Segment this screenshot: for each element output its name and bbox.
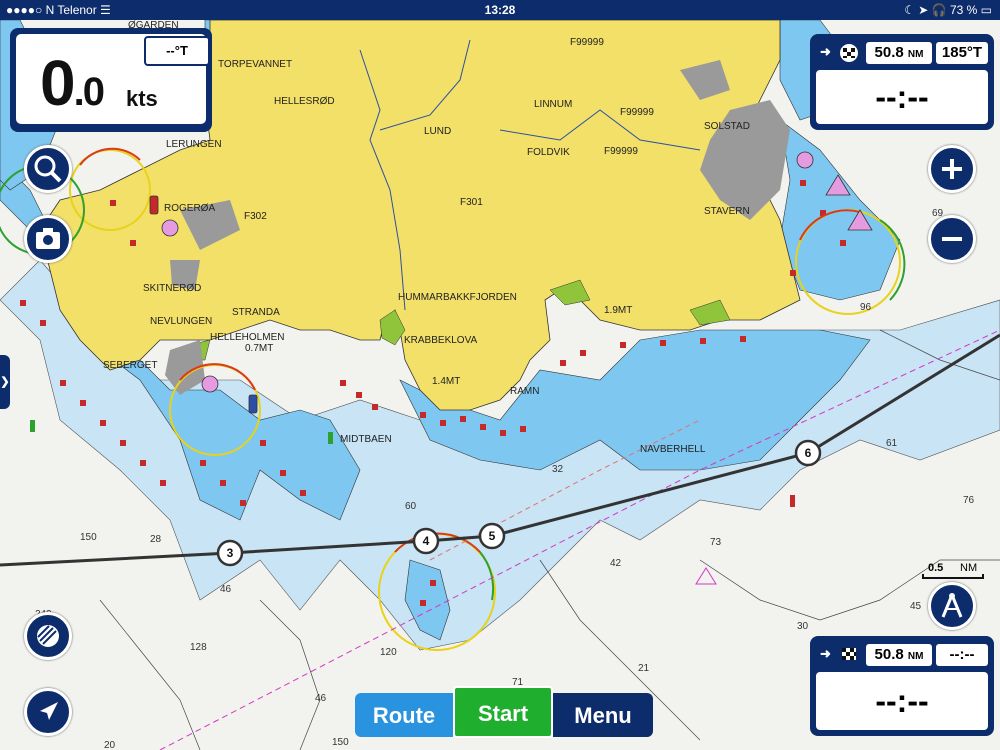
search-button[interactable] — [24, 145, 72, 193]
place-name: F301 — [460, 197, 483, 208]
waypoint-bearing: 185°T — [936, 42, 988, 64]
destination-panel[interactable]: ➜ 50.8 NM --:-- --:-- — [810, 636, 994, 736]
waypoint-number: 3 — [227, 546, 234, 560]
route-waypoint[interactable]: 6 — [794, 439, 822, 467]
depth-sounding: 45 — [910, 601, 922, 612]
autorouting-button[interactable] — [928, 582, 976, 630]
arrow-right-icon: ➜ — [820, 646, 831, 661]
waypoint-number: 5 — [489, 529, 496, 543]
waypoint-eta: --:-- — [816, 70, 988, 124]
destination-time: --:-- — [936, 644, 988, 666]
compass-icon — [941, 593, 963, 618]
location-arrow-icon — [40, 702, 58, 720]
waypoint-distance: 50.8 NM — [866, 42, 932, 64]
waypoint-number: 6 — [805, 446, 812, 460]
status-bar: ●●●●○ N Telenor ☰ 13:28 ☾ ➤ 🎧 73 % ▭ — [0, 0, 1000, 20]
speed-panel[interactable]: 0.0 kts --°T — [10, 28, 212, 132]
scale-line — [922, 574, 984, 579]
speed-value: 0.0 — [40, 47, 105, 119]
next-waypoint-panel[interactable]: ➜ 50.8 NM 185°T --:-- — [810, 34, 994, 130]
depth-sounding: 28 — [150, 534, 162, 545]
depth-sounding: 60 — [405, 501, 417, 512]
depth-sounding: 20 — [104, 740, 116, 750]
depth-sounding: 120 — [380, 647, 397, 658]
place-name: LERUNGEN — [166, 139, 222, 150]
waypoint-header: ➜ 50.8 NM 185°T — [816, 40, 988, 66]
camera-icon — [36, 228, 60, 249]
scale-value: 0.5 — [928, 562, 944, 574]
plus-icon — [942, 159, 962, 179]
place-name: NAVBERHELL — [640, 444, 706, 455]
camera-button[interactable] — [24, 215, 72, 263]
depth-sounding: 150 — [332, 737, 349, 748]
place-name: ROGERØA — [164, 203, 215, 214]
place-name: F99999 — [620, 107, 654, 118]
place-name: F99999 — [570, 37, 604, 48]
scale-unit: NM — [960, 562, 978, 574]
battery-indicator: ☾ ➤ 🎧 73 % ▭ — [904, 3, 992, 17]
arrow-right-icon: ➜ — [820, 44, 831, 59]
checkered-flag-icon — [840, 646, 858, 664]
route-button[interactable]: Route — [355, 693, 453, 737]
place-name: F302 — [244, 211, 267, 222]
heading-value: --°T — [144, 36, 210, 66]
start-button[interactable]: Start — [453, 686, 553, 738]
destination-header: ➜ 50.8 NM --:-- — [816, 642, 988, 668]
destination-eta: --:-- — [816, 672, 988, 730]
place-name: SOLSTAD — [704, 121, 750, 132]
finish-flag-icon — [840, 44, 858, 62]
depth-sounding: 73 — [710, 537, 722, 548]
search-icon — [34, 155, 62, 183]
depth-sounding: 76 — [963, 495, 975, 506]
place-name: STAVERN — [704, 206, 750, 217]
depth-sounding: 21 — [638, 663, 650, 674]
locate-button[interactable] — [24, 688, 72, 736]
depth-sounding: 61 — [886, 438, 898, 449]
place-name: MIDTBAEN — [340, 434, 392, 445]
minus-icon — [942, 237, 962, 241]
route-waypoint[interactable]: 5 — [478, 522, 506, 550]
depth-sounding: 96 — [860, 302, 872, 313]
place-name: LINNUM — [534, 99, 572, 110]
zoom-out-button[interactable] — [928, 215, 976, 263]
route-waypoint[interactable]: 4 — [412, 527, 440, 555]
place-name: HELLEHOLMEN — [210, 332, 284, 343]
place-name: SEBERGET — [103, 360, 157, 371]
place-name: STRANDA — [232, 307, 280, 318]
layers-icon — [37, 625, 59, 647]
depth-sounding: 128 — [190, 642, 207, 653]
speed-unit: kts — [126, 86, 158, 111]
place-name: 1.4MT — [432, 376, 460, 387]
place-name: FOLDVIK — [527, 147, 570, 158]
place-name: SKITNERØD — [143, 283, 201, 294]
side-panel-toggle[interactable]: ❯ — [0, 355, 10, 409]
menu-button[interactable]: Menu — [553, 693, 653, 737]
place-name: TORPEVANNET — [218, 59, 292, 70]
depth-sounding: 46 — [315, 693, 327, 704]
scale-bar: 0.5 NM — [922, 562, 984, 579]
place-name: HUMMARBAKKFJORDEN — [398, 292, 517, 303]
place-name: 1.9MT — [604, 305, 632, 316]
waypoint-number: 4 — [423, 534, 430, 548]
place-name: HELLESRØD — [274, 96, 335, 107]
layers-button[interactable] — [24, 612, 72, 660]
zoom-in-button[interactable] — [928, 145, 976, 193]
speed-display: 0.0 kts --°T — [16, 34, 210, 124]
place-name: KRABBEKLOVA — [404, 335, 478, 346]
route-waypoint[interactable]: 3 — [216, 539, 244, 567]
place-name: NEVLUNGEN — [150, 316, 212, 327]
depth-sounding: 150 — [80, 532, 97, 543]
place-name: RAMN — [510, 386, 539, 397]
place-name: F99999 — [604, 146, 638, 157]
place-name: 0.7MT — [245, 343, 273, 354]
depth-sounding: 46 — [220, 584, 232, 595]
depth-sounding: 32 — [552, 464, 564, 475]
depth-sounding: 30 — [797, 621, 809, 632]
clock: 13:28 — [484, 3, 516, 17]
destination-distance: 50.8 NM — [866, 644, 932, 666]
bottom-action-bar: Route Start Menu — [355, 686, 653, 738]
depth-sounding: 42 — [610, 558, 622, 569]
place-name: LUND — [424, 126, 451, 137]
